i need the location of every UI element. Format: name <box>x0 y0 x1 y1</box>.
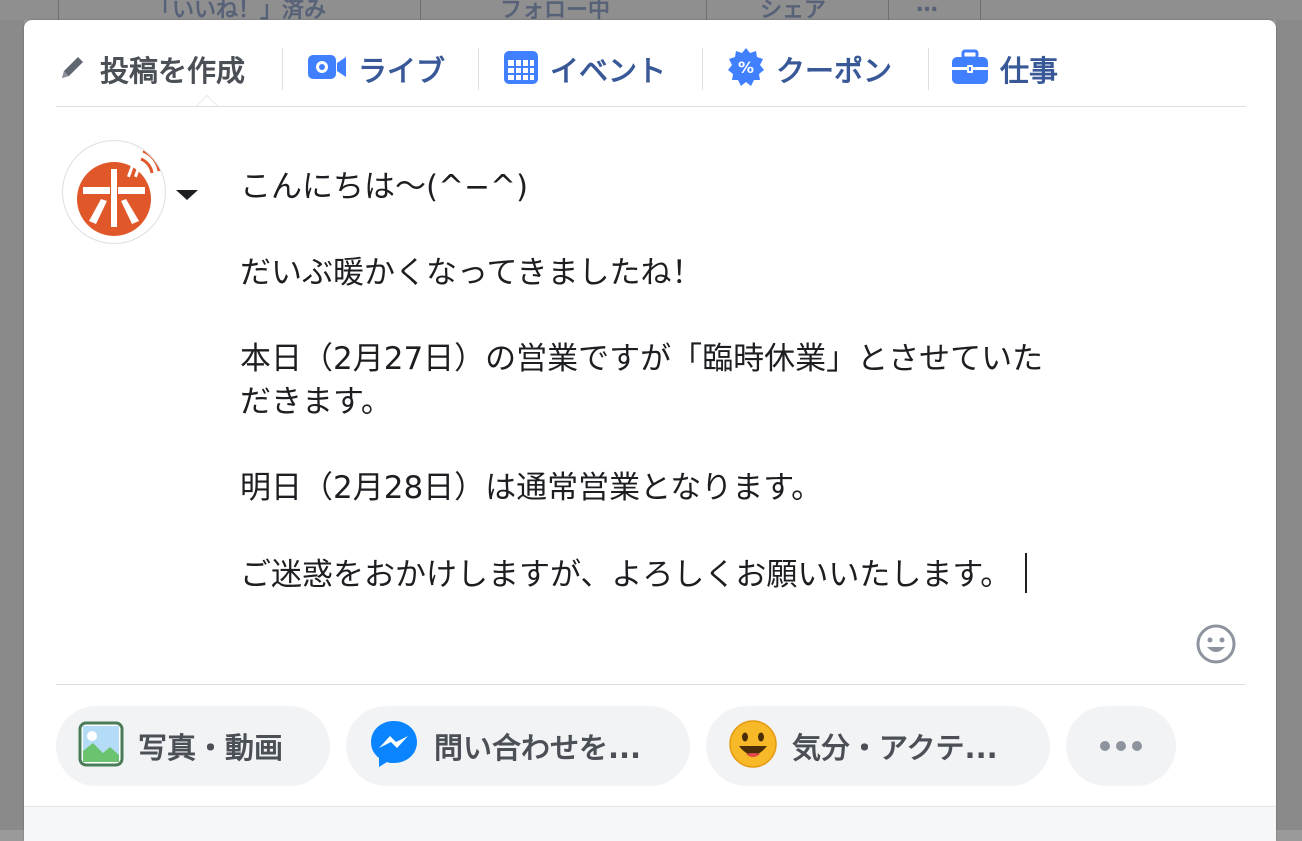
feeling-activity-button[interactable]: 気分・アクテ... <box>706 706 1050 786</box>
background-left <box>0 20 24 830</box>
tab-label: ライブ <box>358 54 446 88</box>
post-composer: 投稿を作成 ライブ イベント % クーポン 仕事 こんにちは〜(^−^) だいぶ… <box>24 20 1276 841</box>
tab-label: クーポン <box>776 54 893 88</box>
action-label: 写真・動画 <box>138 731 284 765</box>
video-camera-icon <box>306 50 348 88</box>
active-tab-caret <box>196 95 218 106</box>
post-line: だきます。 <box>240 384 392 420</box>
post-line-last: ご迷惑をおかけしますが、よろしくお願いいたします。 <box>240 553 1170 597</box>
bg-tab-divider <box>58 0 59 20</box>
tab-create-post[interactable]: 投稿を作成 <box>56 42 245 96</box>
bg-tab-divider <box>706 0 707 20</box>
briefcase-icon <box>950 48 990 90</box>
get-messages-button[interactable]: 問い合わせを... <box>346 706 690 786</box>
bg-tab-divider <box>888 0 889 20</box>
photo-video-button[interactable]: 写真・動画 <box>56 706 330 786</box>
tab-coupon[interactable]: % クーポン <box>726 42 892 96</box>
text-cursor <box>1025 553 1028 593</box>
composer-footer <box>24 806 1276 841</box>
tab-live[interactable]: ライブ <box>306 42 445 96</box>
background-page-bar: 「いいね！」済み フォロー中 シェア … <box>0 0 1302 23</box>
post-line: ご迷惑をおかけしますが、よろしくお願いいたします。 <box>240 557 1012 593</box>
bg-tab-more: … <box>916 0 938 17</box>
tab-separator <box>928 48 929 90</box>
action-label: 気分・アクテ... <box>792 731 998 765</box>
pencil-icon <box>56 50 90 88</box>
emoji-picker-button[interactable] <box>1196 624 1236 664</box>
more-icon <box>1099 737 1143 756</box>
tab-job[interactable]: 仕事 <box>950 42 1058 96</box>
avatar[interactable] <box>62 140 166 244</box>
bg-tab-divider <box>420 0 421 20</box>
svg-text:%: % <box>738 58 754 77</box>
smiley-emoji-icon <box>728 719 778 773</box>
percent-badge-icon: % <box>726 47 766 91</box>
post-line: 本日（2月27日）の営業ですが「臨時休業」とさせていた <box>240 341 1044 377</box>
post-text-input[interactable]: こんにちは〜(^−^) だいぶ暖かくなってきましたね！ 本日（2月27日）の営業… <box>240 166 1170 597</box>
tab-label: イベント <box>550 54 667 88</box>
post-line: だいぶ暖かくなってきましたね！ <box>240 255 703 291</box>
composer-divider <box>56 684 1246 685</box>
background-right <box>1276 20 1302 830</box>
post-line: こんにちは〜(^−^) <box>240 169 529 205</box>
more-options-button[interactable] <box>1066 706 1176 786</box>
tab-separator <box>478 48 479 90</box>
audience-dropdown-caret[interactable] <box>176 190 198 200</box>
composer-tabs: 投稿を作成 ライブ イベント % クーポン 仕事 <box>56 42 1246 107</box>
tab-event[interactable]: イベント <box>502 42 666 96</box>
photo-icon <box>78 721 124 771</box>
bg-tab-divider <box>980 0 981 20</box>
calendar-icon <box>502 48 540 90</box>
action-label: 問い合わせを... <box>434 731 642 765</box>
tab-separator <box>282 48 283 90</box>
tab-label: 仕事 <box>1000 54 1059 88</box>
tab-separator <box>702 48 703 90</box>
messenger-icon <box>368 718 420 774</box>
tab-label: 投稿を作成 <box>100 54 246 88</box>
post-line: 明日（2月28日）は通常営業となります。 <box>240 470 823 506</box>
smiley-outline-icon <box>1196 624 1236 668</box>
